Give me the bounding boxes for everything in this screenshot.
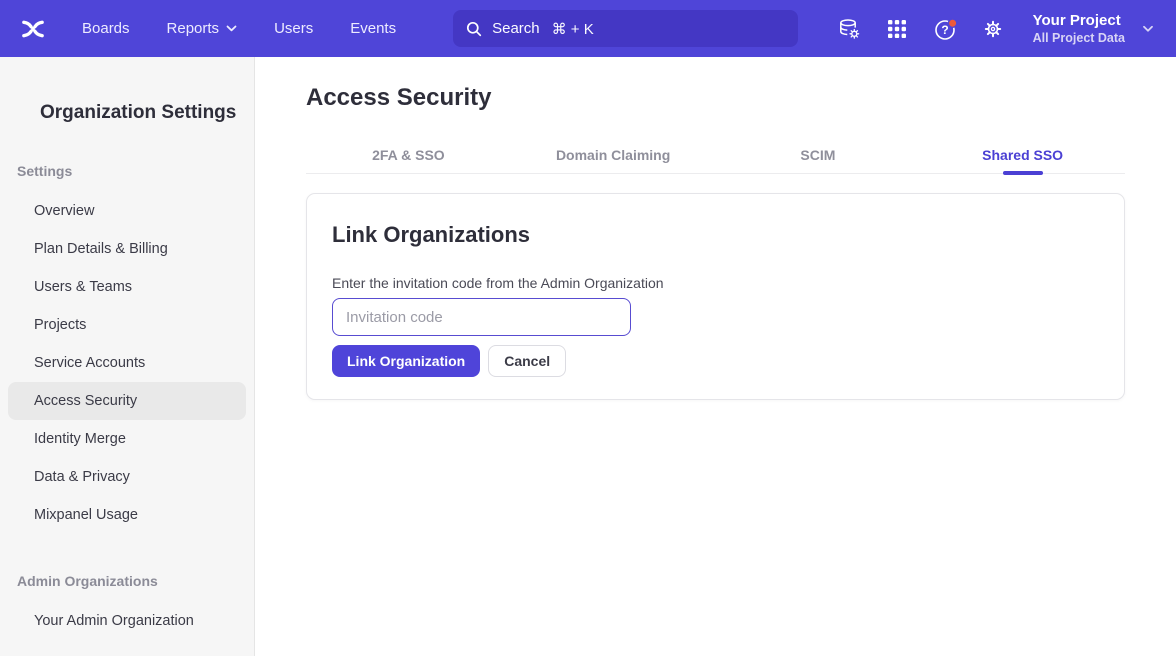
search-shortcut: ⌘ + K xyxy=(552,20,594,38)
link-organizations-card: Link Organizations Enter the invitation … xyxy=(306,193,1125,400)
nav-reports[interactable]: Reports xyxy=(167,20,238,37)
card-title: Link Organizations xyxy=(332,222,1099,248)
main-content: Access Security 2FA & SSO Domain Claimin… xyxy=(255,57,1176,656)
nav-reports-label: Reports xyxy=(167,20,220,37)
svg-text:?: ? xyxy=(941,23,948,37)
gear-icon xyxy=(982,18,1004,40)
project-name: Your Project xyxy=(1033,11,1125,31)
top-navbar: Boards Reports Users Events Search ⌘ + K xyxy=(0,0,1176,57)
sidebar-item-users-teams[interactable]: Users & Teams xyxy=(8,268,246,306)
access-security-tabs: 2FA & SSO Domain Claiming SCIM Shared SS… xyxy=(306,147,1125,174)
sidebar-item-service-accounts[interactable]: Service Accounts xyxy=(8,344,246,382)
sidebar-section-settings: Settings xyxy=(17,163,254,179)
nav-events[interactable]: Events xyxy=(350,20,396,37)
database-gear-icon xyxy=(838,18,860,40)
sidebar-item-projects[interactable]: Projects xyxy=(8,306,246,344)
apps-menu-button[interactable] xyxy=(886,18,908,40)
sidebar-item-overview[interactable]: Overview xyxy=(8,192,246,230)
page-title: Access Security xyxy=(306,84,1125,112)
settings-sidebar: Organization Settings Settings Overview … xyxy=(0,57,255,656)
help-button[interactable]: ? xyxy=(934,18,956,40)
tab-scim-label: SCIM xyxy=(800,147,835,163)
tab-domain-claiming[interactable]: Domain Claiming xyxy=(511,147,716,173)
cancel-button[interactable]: Cancel xyxy=(488,345,566,377)
project-data-scope: All Project Data xyxy=(1033,30,1125,46)
tab-shared-sso[interactable]: Shared SSO xyxy=(920,147,1125,173)
nav-users[interactable]: Users xyxy=(274,20,313,37)
sidebar-item-mixpanel-usage[interactable]: Mixpanel Usage xyxy=(8,496,246,534)
apps-grid-icon xyxy=(886,18,908,40)
nav-boards[interactable]: Boards xyxy=(82,20,130,37)
invitation-code-input[interactable] xyxy=(332,298,631,336)
data-management-button[interactable] xyxy=(838,18,860,40)
project-chevron-down-icon[interactable] xyxy=(1142,25,1154,33)
search-placeholder: Search xyxy=(492,20,540,37)
chevron-down-icon xyxy=(226,25,237,32)
mixpanel-logo[interactable] xyxy=(18,14,48,44)
sidebar-item-plan-details-billing[interactable]: Plan Details & Billing xyxy=(8,230,246,268)
sidebar-item-identity-merge[interactable]: Identity Merge xyxy=(8,420,246,458)
tab-scim[interactable]: SCIM xyxy=(716,147,921,173)
notification-dot xyxy=(948,19,956,27)
sidebar-title: Organization Settings xyxy=(40,102,254,124)
search-input[interactable]: Search ⌘ + K xyxy=(453,10,798,47)
mixpanel-logo-icon xyxy=(18,14,48,44)
tab-2fa-sso[interactable]: 2FA & SSO xyxy=(306,147,511,173)
sidebar-section-admin-organizations: Admin Organizations xyxy=(17,573,254,589)
link-organization-button[interactable]: Link Organization xyxy=(332,345,480,377)
sidebar-item-your-admin-organization[interactable]: Your Admin Organization xyxy=(8,602,246,640)
invitation-code-label: Enter the invitation code from the Admin… xyxy=(332,275,1099,291)
help-icon: ? xyxy=(934,18,958,42)
active-tab-indicator xyxy=(1003,171,1043,175)
project-selector[interactable]: Your Project All Project Data xyxy=(1033,11,1125,47)
tab-2fa-sso-label: 2FA & SSO xyxy=(372,147,445,163)
sidebar-item-data-privacy[interactable]: Data & Privacy xyxy=(8,458,246,496)
sidebar-item-access-security[interactable]: Access Security xyxy=(8,382,246,420)
search-icon xyxy=(466,21,482,37)
card-actions: Link Organization Cancel xyxy=(332,345,1099,377)
navbar-actions: ? Your Project All Proje xyxy=(812,11,1162,47)
tab-shared-sso-label: Shared SSO xyxy=(982,147,1063,163)
settings-button[interactable] xyxy=(982,18,1004,40)
tab-domain-claiming-label: Domain Claiming xyxy=(556,147,670,163)
primary-nav: Boards Reports Users Events xyxy=(82,20,396,37)
